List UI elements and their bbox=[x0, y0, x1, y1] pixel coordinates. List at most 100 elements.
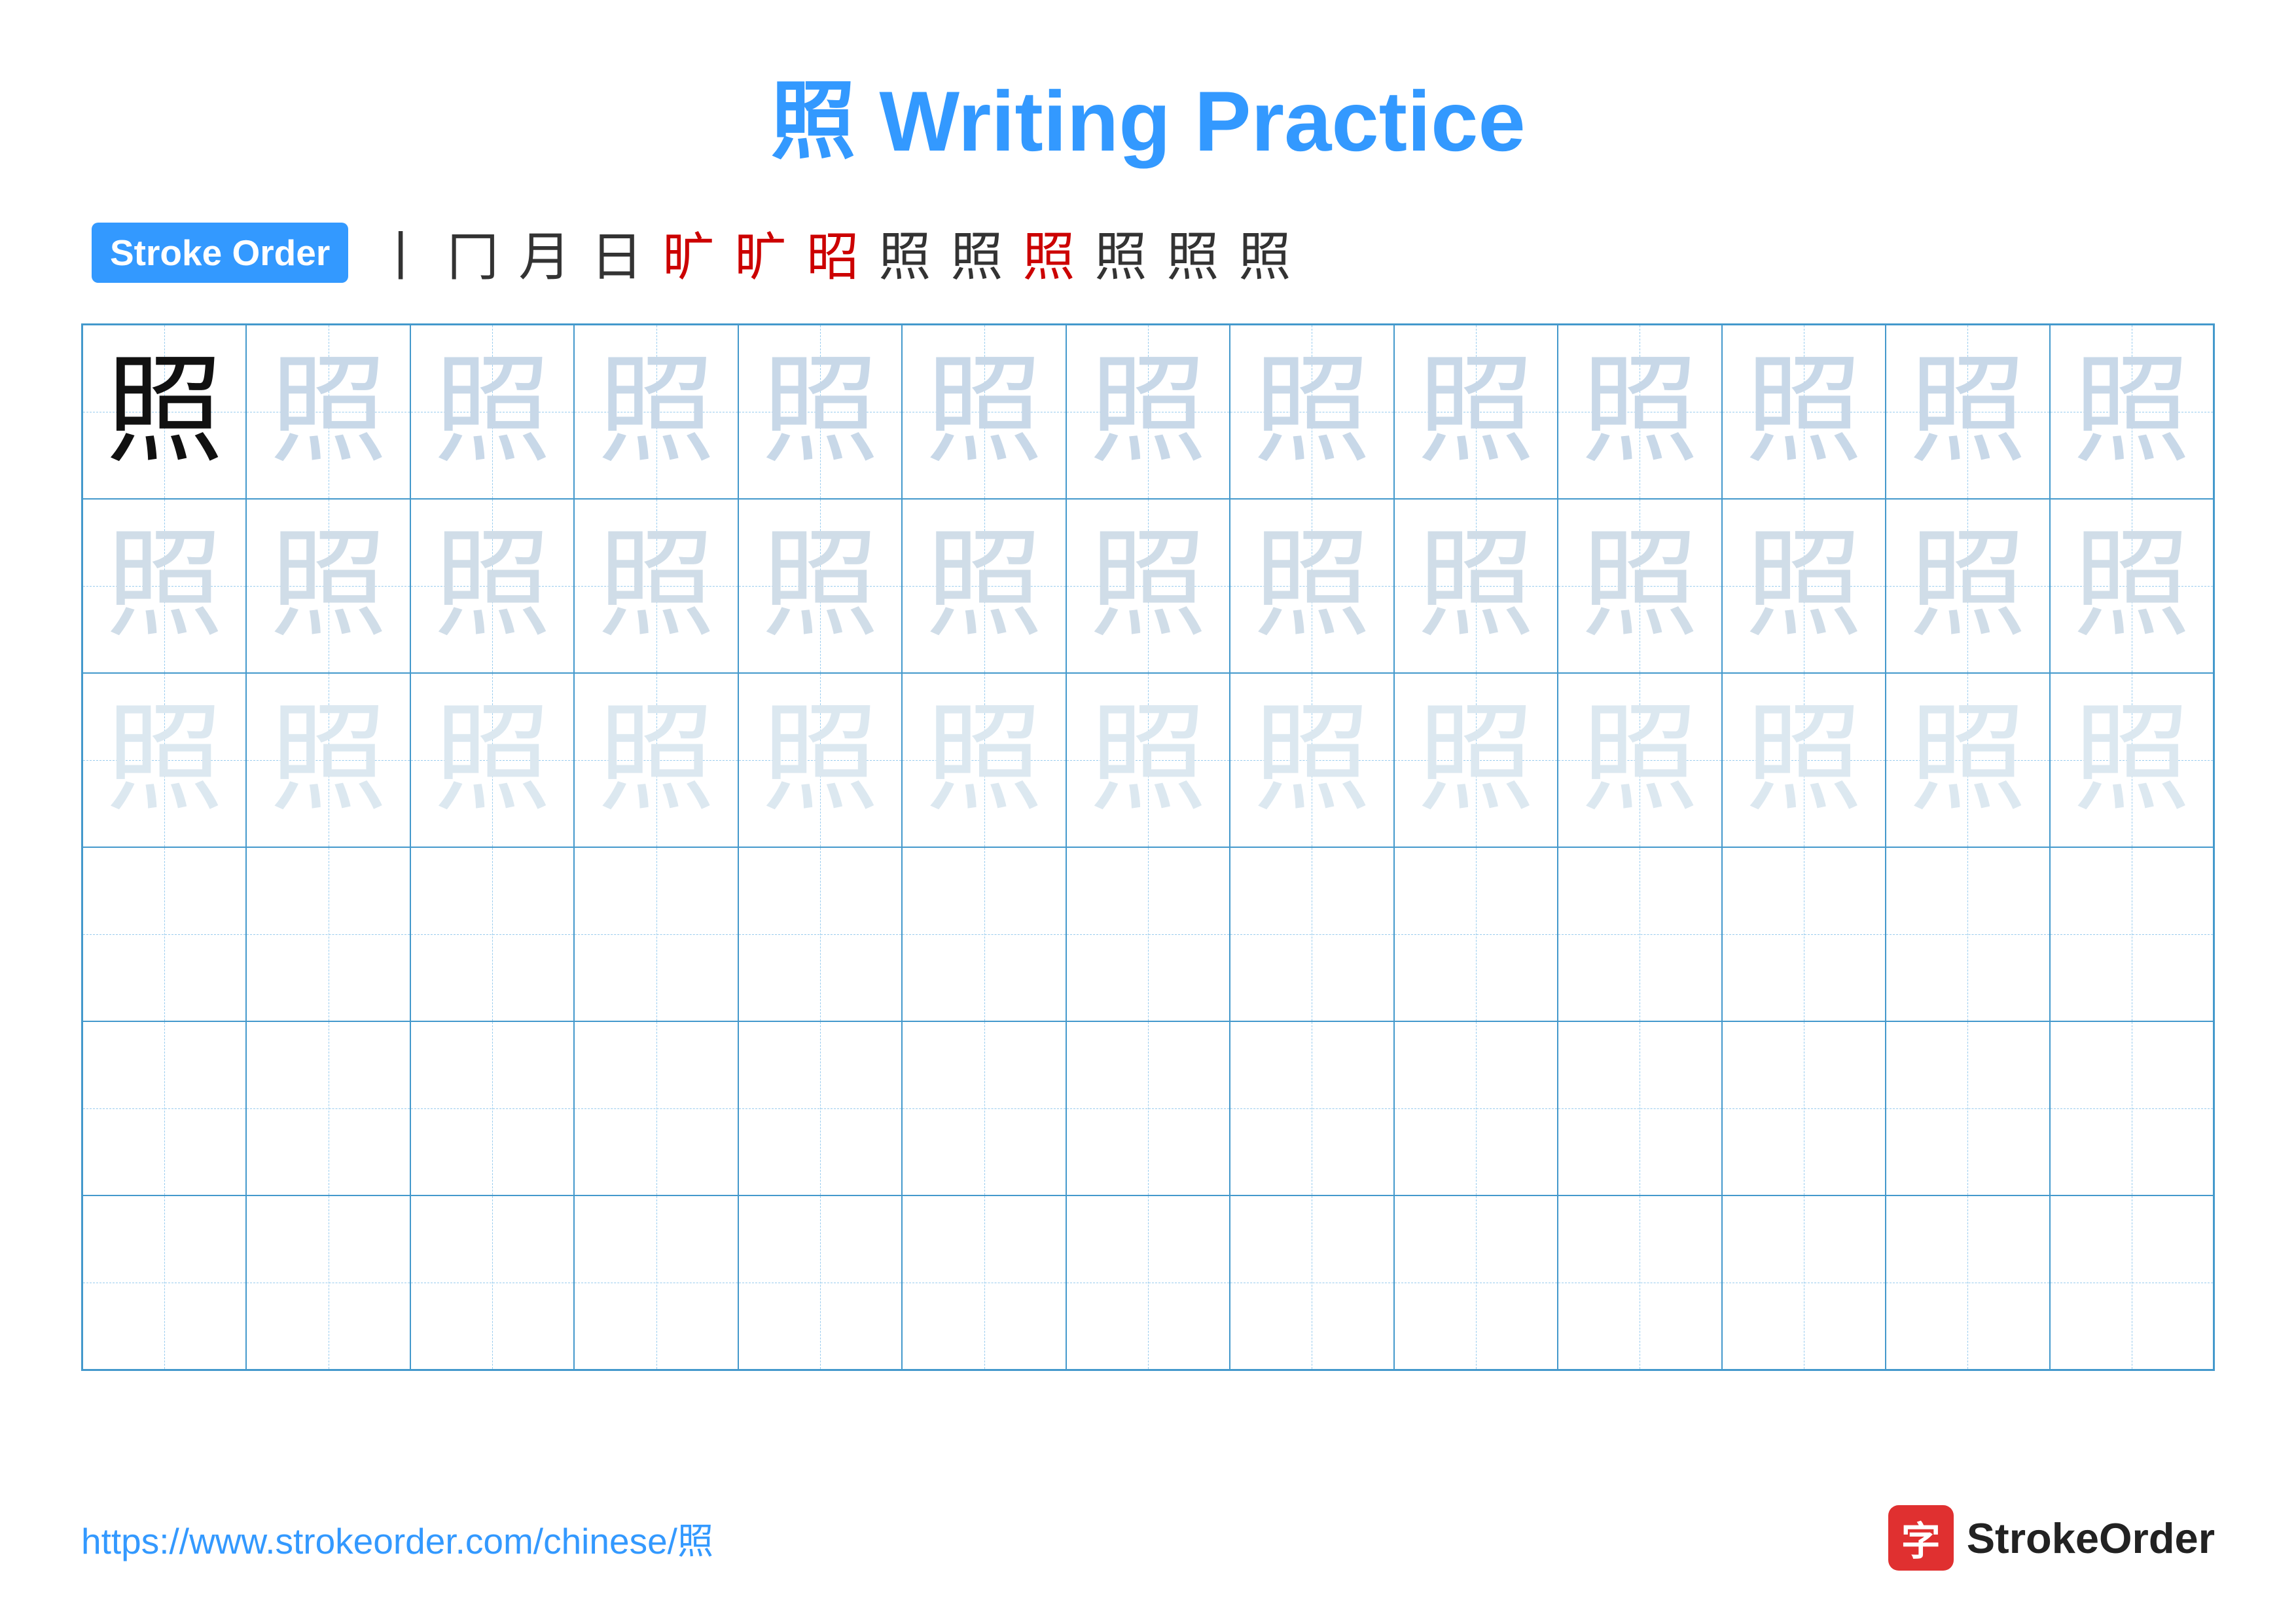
grid-cell-r3c3[interactable]: 照 bbox=[410, 673, 574, 847]
grid-cell-r2c1[interactable]: 照 bbox=[82, 499, 246, 673]
grid-cell-r2c5[interactable]: 照 bbox=[738, 499, 902, 673]
grid-cell-r6c7[interactable] bbox=[1066, 1195, 1230, 1370]
char-display: 照 bbox=[598, 701, 715, 819]
grid-cell-r4c13[interactable] bbox=[2050, 847, 2214, 1021]
grid-cell-r5c9[interactable] bbox=[1394, 1021, 1558, 1195]
grid-cell-r3c8[interactable]: 照 bbox=[1230, 673, 1393, 847]
stroke-order-row: Stroke Order 丨 冂 月 日 旷 旷 昭 照 照 照 照 照 照 bbox=[79, 215, 1291, 291]
grid-cell-r1c13[interactable]: 照 bbox=[2050, 325, 2214, 499]
grid-cell-r1c5[interactable]: 照 bbox=[738, 325, 902, 499]
grid-cell-r6c11[interactable] bbox=[1722, 1195, 1886, 1370]
grid-cell-r1c9[interactable]: 照 bbox=[1394, 325, 1558, 499]
grid-cell-r6c1[interactable] bbox=[82, 1195, 246, 1370]
grid-cell-r3c13[interactable]: 照 bbox=[2050, 673, 2214, 847]
grid-cell-r2c4[interactable]: 照 bbox=[574, 499, 738, 673]
grid-cell-r1c7[interactable]: 照 bbox=[1066, 325, 1230, 499]
grid-cell-r1c4[interactable]: 照 bbox=[574, 325, 738, 499]
grid-cell-r2c7[interactable]: 照 bbox=[1066, 499, 1230, 673]
grid-cell-r6c3[interactable] bbox=[410, 1195, 574, 1370]
stroke-8: 照 bbox=[878, 215, 931, 291]
char-display: 照 bbox=[105, 353, 223, 471]
grid-cell-r2c13[interactable]: 照 bbox=[2050, 499, 2214, 673]
char-display: 照 bbox=[2073, 353, 2191, 471]
grid-cell-r3c10[interactable]: 照 bbox=[1558, 673, 1721, 847]
footer-url[interactable]: https://www.strokeorder.com/chinese/照 bbox=[81, 1512, 713, 1564]
grid-cell-r2c8[interactable]: 照 bbox=[1230, 499, 1393, 673]
grid-cell-r1c3[interactable]: 照 bbox=[410, 325, 574, 499]
grid-cell-r3c11[interactable]: 照 bbox=[1722, 673, 1886, 847]
grid-cell-r2c9[interactable]: 照 bbox=[1394, 499, 1558, 673]
grid-cell-r1c8[interactable]: 照 bbox=[1230, 325, 1393, 499]
grid-cell-r3c7[interactable]: 照 bbox=[1066, 673, 1230, 847]
grid-cell-r5c12[interactable] bbox=[1886, 1021, 2049, 1195]
grid-cell-r6c9[interactable] bbox=[1394, 1195, 1558, 1370]
grid-cell-r4c7[interactable] bbox=[1066, 847, 1230, 1021]
grid-cell-r5c5[interactable] bbox=[738, 1021, 902, 1195]
grid-cell-r5c7[interactable] bbox=[1066, 1021, 1230, 1195]
grid-cell-r4c12[interactable] bbox=[1886, 847, 2049, 1021]
grid-cell-r6c2[interactable] bbox=[246, 1195, 410, 1370]
grid-cell-r4c1[interactable] bbox=[82, 847, 246, 1021]
grid-cell-r2c3[interactable]: 照 bbox=[410, 499, 574, 673]
grid-cell-r1c6[interactable]: 照 bbox=[902, 325, 1066, 499]
char-display: 照 bbox=[925, 701, 1043, 819]
stroke-6: 旷 bbox=[734, 215, 787, 291]
grid-cell-r2c2[interactable]: 照 bbox=[246, 499, 410, 673]
char-display: 照 bbox=[1253, 527, 1371, 645]
grid-cell-r3c4[interactable]: 照 bbox=[574, 673, 738, 847]
char-display: 照 bbox=[1417, 527, 1535, 645]
grid-cell-r4c4[interactable] bbox=[574, 847, 738, 1021]
grid-cell-r5c13[interactable] bbox=[2050, 1021, 2214, 1195]
grid-cell-r4c10[interactable] bbox=[1558, 847, 1721, 1021]
grid-cell-r6c12[interactable] bbox=[1886, 1195, 2049, 1370]
stroke-9: 照 bbox=[950, 215, 1003, 291]
grid-cell-r5c11[interactable] bbox=[1722, 1021, 1886, 1195]
grid-cell-r4c6[interactable] bbox=[902, 847, 1066, 1021]
grid-cell-r5c8[interactable] bbox=[1230, 1021, 1393, 1195]
logo-text: StrokeOrder bbox=[1967, 1514, 2215, 1563]
grid-cell-r1c1[interactable]: 照 bbox=[82, 325, 246, 499]
footer-logo: 字 StrokeOrder bbox=[1888, 1505, 2215, 1571]
grid-cell-r6c13[interactable] bbox=[2050, 1195, 2214, 1370]
grid-cell-r2c6[interactable]: 照 bbox=[902, 499, 1066, 673]
grid-cell-r3c5[interactable]: 照 bbox=[738, 673, 902, 847]
stroke-12: 照 bbox=[1166, 215, 1219, 291]
char-display: 照 bbox=[1581, 353, 1698, 471]
grid-cell-r5c3[interactable] bbox=[410, 1021, 574, 1195]
grid-cell-r3c9[interactable]: 照 bbox=[1394, 673, 1558, 847]
grid-cell-r5c4[interactable] bbox=[574, 1021, 738, 1195]
grid-cell-r4c9[interactable] bbox=[1394, 847, 1558, 1021]
char-display: 照 bbox=[1089, 701, 1207, 819]
grid-cell-r3c6[interactable]: 照 bbox=[902, 673, 1066, 847]
grid-cell-r4c2[interactable] bbox=[246, 847, 410, 1021]
char-display: 照 bbox=[1909, 527, 2026, 645]
grid-cell-r2c11[interactable]: 照 bbox=[1722, 499, 1886, 673]
grid-cell-r6c8[interactable] bbox=[1230, 1195, 1393, 1370]
grid-cell-r3c2[interactable]: 照 bbox=[246, 673, 410, 847]
grid-cell-r5c2[interactable] bbox=[246, 1021, 410, 1195]
char-display: 照 bbox=[1417, 701, 1535, 819]
grid-cell-r1c2[interactable]: 照 bbox=[246, 325, 410, 499]
grid-cell-r6c5[interactable] bbox=[738, 1195, 902, 1370]
grid-cell-r2c10[interactable]: 照 bbox=[1558, 499, 1721, 673]
stroke-3: 月 bbox=[518, 215, 571, 291]
grid-cell-r6c10[interactable] bbox=[1558, 1195, 1721, 1370]
stroke-13: 照 bbox=[1238, 215, 1291, 291]
grid-cell-r5c6[interactable] bbox=[902, 1021, 1066, 1195]
grid-cell-r1c10[interactable]: 照 bbox=[1558, 325, 1721, 499]
grid-cell-r5c10[interactable] bbox=[1558, 1021, 1721, 1195]
grid-cell-r5c1[interactable] bbox=[82, 1021, 246, 1195]
grid-cell-r1c11[interactable]: 照 bbox=[1722, 325, 1886, 499]
grid-cell-r3c12[interactable]: 照 bbox=[1886, 673, 2049, 847]
grid-cell-r4c11[interactable] bbox=[1722, 847, 1886, 1021]
grid-cell-r6c4[interactable] bbox=[574, 1195, 738, 1370]
grid-cell-r1c12[interactable]: 照 bbox=[1886, 325, 2049, 499]
grid-cell-r4c3[interactable] bbox=[410, 847, 574, 1021]
grid-cell-r4c5[interactable] bbox=[738, 847, 902, 1021]
char-display: 照 bbox=[1581, 527, 1698, 645]
grid-cell-r3c1[interactable]: 照 bbox=[82, 673, 246, 847]
grid-cell-r4c8[interactable] bbox=[1230, 847, 1393, 1021]
stroke-7: 昭 bbox=[806, 215, 859, 291]
grid-cell-r2c12[interactable]: 照 bbox=[1886, 499, 2049, 673]
grid-cell-r6c6[interactable] bbox=[902, 1195, 1066, 1370]
